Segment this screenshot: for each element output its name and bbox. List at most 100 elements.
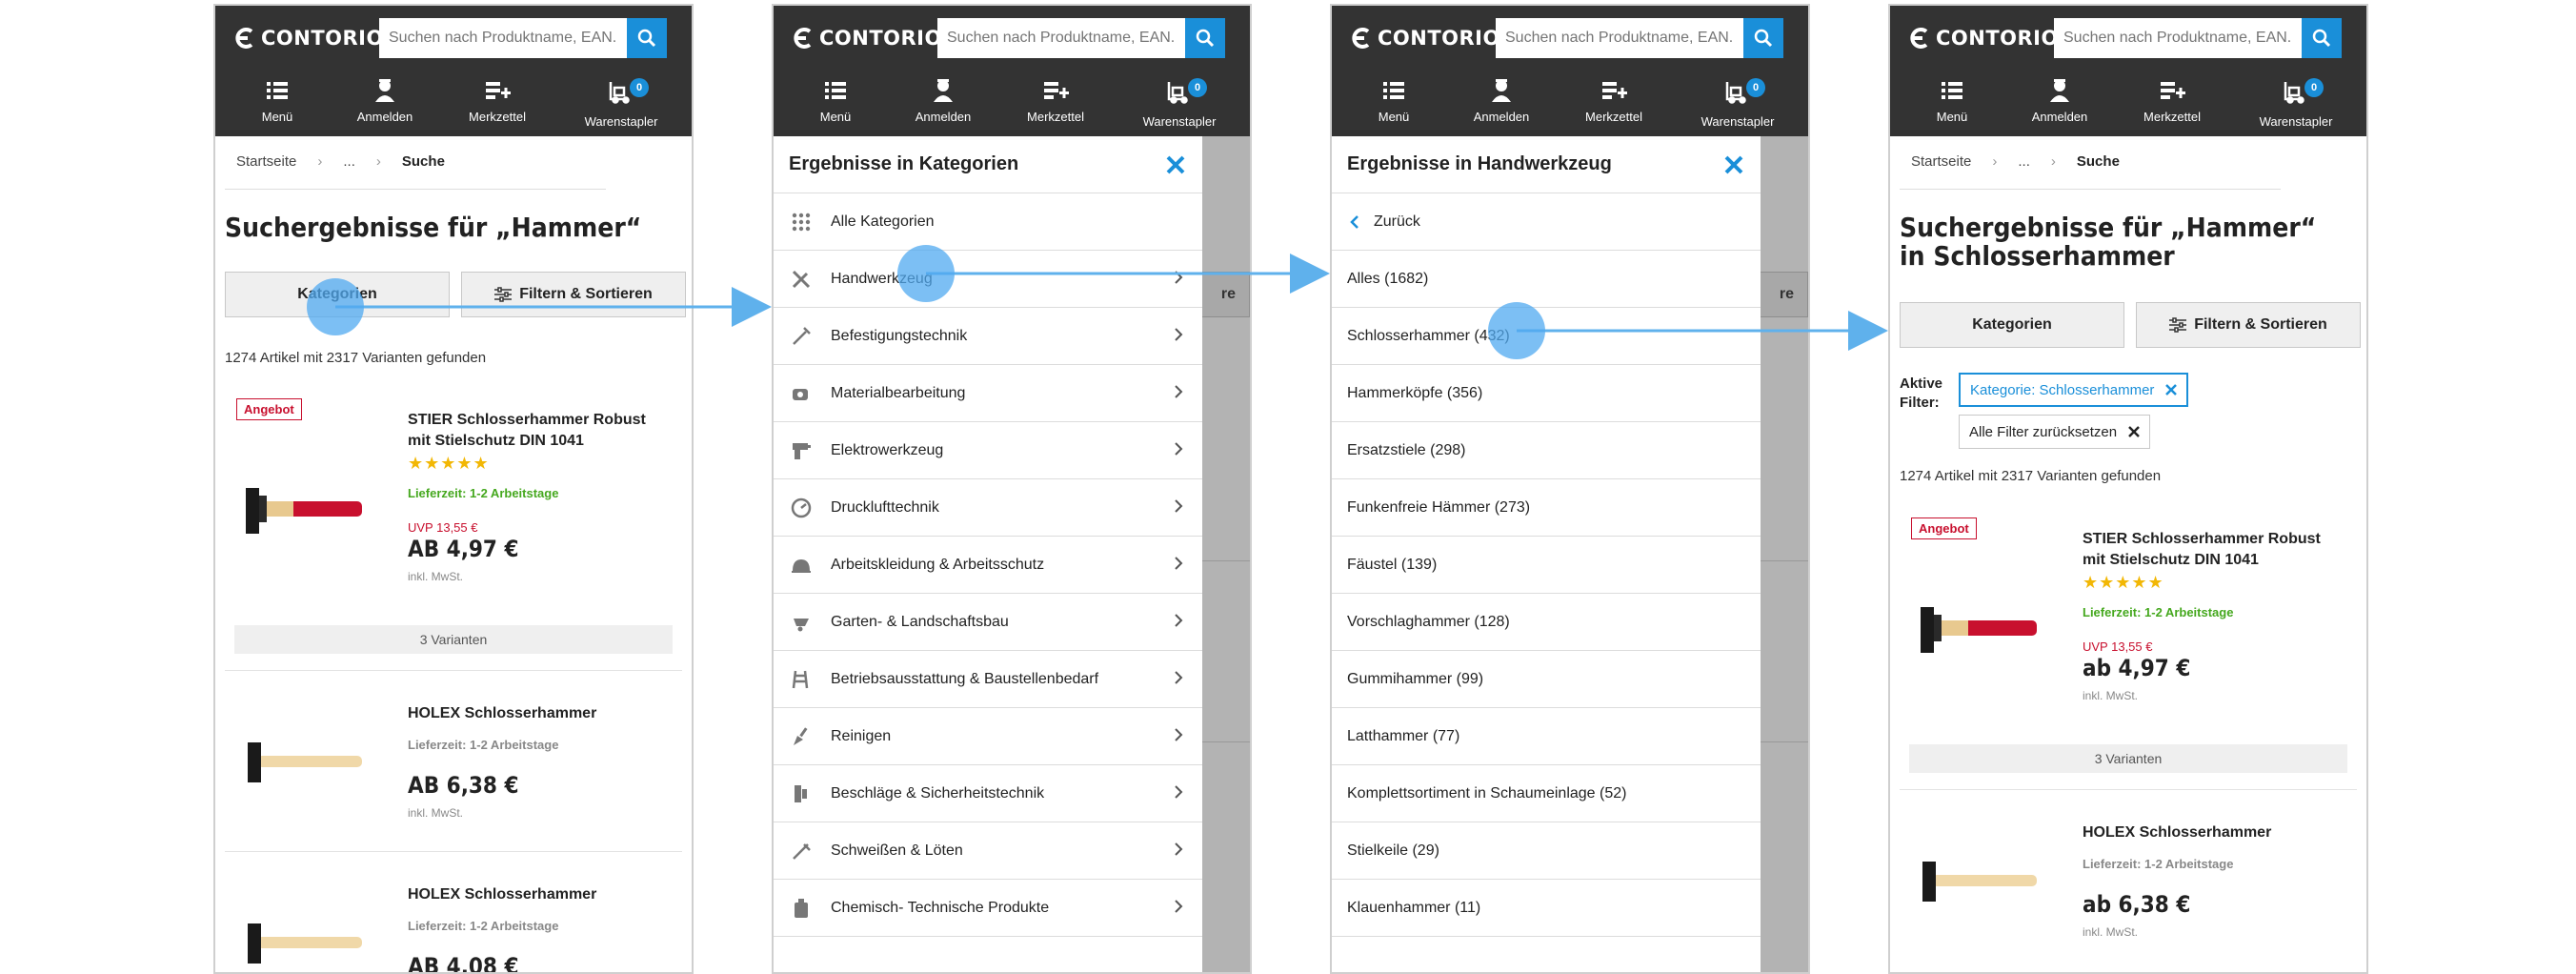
product-card[interactable]: Angebot STIER Schlosserhammer Robust mit…: [215, 398, 692, 684]
categories-button[interactable]: Kategorien: [1900, 302, 2124, 348]
category-item[interactable]: Betriebsausstattung & Baustellenbedarf: [774, 651, 1202, 708]
category-item[interactable]: Arbeitskleidung & Arbeitsschutz: [774, 537, 1202, 594]
breadcrumb-ellipsis[interactable]: ...: [2018, 153, 2030, 170]
search-button[interactable]: [1743, 18, 1783, 58]
nav-cart[interactable]: 0 Warenstapler: [2239, 72, 2353, 136]
user-icon: [375, 79, 394, 102]
back-button[interactable]: Zurück: [1332, 193, 1761, 251]
subcategory-label: Latthammer (77): [1347, 727, 1460, 744]
nav-menu[interactable]: Menü: [774, 72, 897, 136]
contorion-logo[interactable]: CONTORION: [234, 21, 401, 55]
search-input[interactable]: [1496, 18, 1743, 58]
subcategory-item[interactable]: Hammerköpfe (356): [1332, 365, 1761, 422]
category-item[interactable]: Alle Kategorien: [774, 193, 1202, 251]
cart-badge: 0: [2304, 78, 2324, 97]
category-item[interactable]: Materialbearbeitung: [774, 365, 1202, 422]
search-input[interactable]: [379, 18, 627, 58]
subcategory-item[interactable]: Komplettsortiment in Schaumeinlage (52): [1332, 765, 1761, 822]
search-button[interactable]: [1185, 18, 1225, 58]
nav-login[interactable]: Anmelden: [1456, 72, 1547, 136]
nav-login[interactable]: Anmelden: [2014, 72, 2105, 136]
product-card[interactable]: HOLEX Schlosserhammer Lieferzeit: 1-2 Ar…: [1890, 813, 2366, 972]
nav-wishlist[interactable]: Merkzettel: [1547, 72, 1680, 136]
subcategory-item[interactable]: Stielkeile (29): [1332, 822, 1761, 880]
category-item[interactable]: Schweißen & Löten: [774, 822, 1202, 880]
nav-wishlist[interactable]: Merkzettel: [431, 72, 564, 136]
product-card[interactable]: Angebot STIER Schlosserhammer Robust mit…: [1890, 517, 2366, 803]
subcategory-item[interactable]: Funkenfreie Hämmer (273): [1332, 479, 1761, 537]
nav-menu[interactable]: Menü: [1332, 72, 1456, 136]
close-button[interactable]: [1721, 152, 1747, 178]
breadcrumb-ellipsis[interactable]: ...: [343, 153, 355, 170]
category-item[interactable]: Handwerkzeug: [774, 251, 1202, 308]
subcategory-item[interactable]: Latthammer (77): [1332, 708, 1761, 765]
wishlist-icon: [1044, 82, 1069, 99]
subcategory-item[interactable]: Fäustel (139): [1332, 537, 1761, 594]
remove-filter-icon[interactable]: [2165, 384, 2178, 396]
filter-sort-button-label: Filtern & Sortieren: [2194, 316, 2327, 333]
screen-category-drawer: CONTORION Menü Anmelden Merkzettel: [772, 4, 1252, 974]
filter-sort-button[interactable]: Filtern & Sortieren: [461, 272, 686, 317]
search-button[interactable]: [2302, 18, 2342, 58]
product-name[interactable]: HOLEX Schlosserhammer: [408, 703, 665, 724]
variants-button[interactable]: 3 Varianten: [1909, 744, 2347, 773]
nav-wishlist[interactable]: Merkzettel: [989, 72, 1122, 136]
contorion-logo[interactable]: CONTORION: [1351, 21, 1518, 55]
nav-cart[interactable]: 0 Warenstapler: [1122, 72, 1237, 136]
active-filter-chip[interactable]: Kategorie: Schlosserhammer: [1959, 373, 2189, 407]
product-card[interactable]: HOLEX Schlosserhammer Lieferzeit: 1-2 Ar…: [215, 875, 692, 972]
subcategory-item[interactable]: Ersatzstiele (298): [1332, 422, 1761, 479]
nav-cart[interactable]: 0 Warenstapler: [1680, 72, 1795, 136]
nav-cart-label: Warenstapler: [2259, 114, 2333, 129]
close-button[interactable]: [1162, 152, 1189, 178]
contorion-logo[interactable]: CONTORION: [793, 21, 959, 55]
tap-indicator: [897, 245, 955, 302]
subcategory-item[interactable]: Gummihammer (99): [1332, 651, 1761, 708]
nav-wishlist[interactable]: Merkzettel: [2105, 72, 2239, 136]
nav-login[interactable]: Anmelden: [897, 72, 989, 136]
nav-login[interactable]: Anmelden: [339, 72, 431, 136]
nav-menu[interactable]: Menü: [215, 72, 339, 136]
search-input[interactable]: [937, 18, 1185, 58]
filter-sort-button[interactable]: Filtern & Sortieren: [2136, 302, 2361, 348]
product-name[interactable]: STIER Schlosserhammer Robust mit Stielsc…: [2083, 529, 2340, 571]
contorion-logo[interactable]: CONTORION: [1909, 21, 2076, 55]
category-item[interactable]: Reinigen: [774, 708, 1202, 765]
breadcrumb-home[interactable]: Startseite: [236, 153, 296, 170]
close-icon: [1724, 155, 1743, 174]
subcategory-item[interactable]: Schlosserhammer (432): [1332, 308, 1761, 365]
nav-cart[interactable]: 0 Warenstapler: [564, 72, 678, 136]
subcategory-item[interactable]: Klauenhammer (11): [1332, 880, 1761, 937]
search-input[interactable]: [2054, 18, 2302, 58]
product-image-hammer: [1922, 862, 2037, 902]
product-card[interactable]: HOLEX Schlosserhammer Lieferzeit: 1-2 Ar…: [215, 694, 692, 865]
nav-login-label: Anmelden: [2031, 110, 2088, 124]
breadcrumb-home[interactable]: Startseite: [1911, 153, 1971, 170]
search-bar: [2054, 18, 2342, 58]
category-item[interactable]: Beschläge & Sicherheitstechnik: [774, 765, 1202, 822]
subcategory-item[interactable]: Vorschlaghammer (128): [1332, 594, 1761, 651]
nav-menu[interactable]: Menü: [1890, 72, 2014, 136]
chevron-right-icon: [1174, 727, 1183, 747]
product-name[interactable]: HOLEX Schlosserhammer: [2083, 822, 2340, 843]
variants-button[interactable]: 3 Varianten: [234, 625, 673, 654]
rating-stars: ★★★★★: [408, 454, 490, 473]
remove-filter-icon[interactable]: [2128, 426, 2140, 437]
category-item[interactable]: Elektrowerkzeug: [774, 422, 1202, 479]
tap-indicator: [307, 278, 364, 335]
reset-filters-chip[interactable]: Alle Filter zurücksetzen: [1959, 415, 2151, 449]
category-item[interactable]: Drucklufttechnik: [774, 479, 1202, 537]
breadcrumb-current: Suche: [401, 153, 445, 170]
active-filter-chip-label: Kategorie: Schlosserhammer: [1970, 381, 2155, 398]
category-item[interactable]: Befestigungstechnik: [774, 308, 1202, 365]
category-item[interactable]: Garten- & Landschaftsbau: [774, 594, 1202, 651]
search-button[interactable]: [627, 18, 667, 58]
category-item[interactable]: Chemisch- Technische Produkte: [774, 880, 1202, 937]
menu-icon: [1383, 82, 1404, 99]
product-name[interactable]: STIER Schlosserhammer Robust mit Stielsc…: [408, 410, 665, 452]
main-content: Startseite › ... › Suche Suchergebnisse …: [215, 136, 692, 972]
subcategory-label: Stielkeile (29): [1347, 842, 1439, 859]
nav-login-label: Anmelden: [915, 110, 972, 124]
product-name[interactable]: HOLEX Schlosserhammer: [408, 884, 665, 905]
subcategory-item[interactable]: Alles (1682): [1332, 251, 1761, 308]
